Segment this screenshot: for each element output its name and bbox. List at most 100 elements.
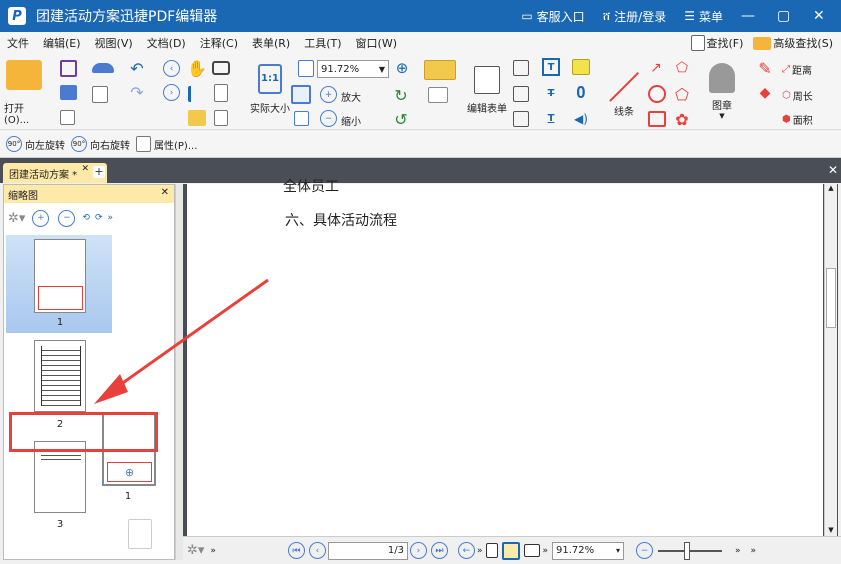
- print-icon[interactable]: [60, 85, 77, 100]
- more-nav-icon[interactable]: »: [477, 546, 483, 556]
- panel-splitter[interactable]: [175, 184, 183, 560]
- rotate-thumb-left-icon[interactable]: ⟲: [82, 213, 90, 223]
- thumbnail-page[interactable]: [34, 340, 86, 412]
- view-mode-more-icon[interactable]: »: [542, 546, 548, 556]
- attach-icon[interactable]: 𝟎: [572, 83, 590, 102]
- menu-view[interactable]: 视图(V): [88, 35, 140, 51]
- text-callout-icon[interactable]: [513, 86, 529, 102]
- line-tool-button[interactable]: 线条: [604, 58, 644, 126]
- close-all-icon[interactable]: ✕: [828, 163, 838, 177]
- copy-doc-icon[interactable]: [214, 84, 228, 102]
- status-zoom-select[interactable]: 91.72% ▾: [551, 541, 624, 560]
- rectangle-icon[interactable]: [648, 111, 666, 127]
- next-page-icon[interactable]: ›: [409, 542, 427, 559]
- back-icon[interactable]: ‹: [163, 60, 180, 77]
- note-icon[interactable]: [572, 59, 590, 75]
- undo-icon[interactable]: ↶: [128, 59, 146, 78]
- forward-icon[interactable]: ›: [163, 84, 180, 101]
- highlight-select-icon[interactable]: [424, 60, 456, 80]
- scrollbar-thumb[interactable]: [826, 268, 836, 328]
- distance-tool[interactable]: ⤢ 距离: [782, 62, 812, 77]
- zoom-in-status-icon[interactable]: »: [735, 546, 741, 556]
- fit-visible-icon[interactable]: [294, 111, 309, 126]
- menu-file[interactable]: 文件: [0, 35, 36, 51]
- maximize-button[interactable]: ▢: [777, 8, 795, 24]
- sound-icon[interactable]: ◀): [570, 110, 592, 128]
- close-button[interactable]: ✕: [813, 8, 831, 24]
- rotate-thumb-right-icon[interactable]: ⟳: [95, 213, 103, 223]
- vertical-scrollbar[interactable]: ▲ ▼: [824, 184, 837, 536]
- zoom-select[interactable]: 91.72% ▼: [317, 60, 389, 78]
- document-page[interactable]: 全体员工 六、具体活动流程: [187, 179, 823, 536]
- edit-page-icon[interactable]: [214, 110, 228, 126]
- zoom-tool-icon[interactable]: ⊕: [393, 59, 411, 77]
- zoom-slider[interactable]: [657, 541, 722, 560]
- export-icon[interactable]: [60, 110, 75, 125]
- select-text-icon[interactable]: [188, 86, 206, 102]
- first-page-icon[interactable]: ⏮: [287, 542, 305, 559]
- find-button[interactable]: 查找(F): [690, 35, 743, 51]
- prev-page-icon[interactable]: ‹: [308, 542, 326, 559]
- polygon-icon[interactable]: ⬠: [672, 58, 692, 78]
- snapshot-icon[interactable]: [212, 61, 230, 75]
- advanced-find-button[interactable]: 高级查找(S): [753, 35, 833, 51]
- overflow-icon[interactable]: »: [750, 546, 756, 556]
- rotate-left-button[interactable]: 90° 向左旋转: [6, 136, 65, 152]
- expand-icon[interactable]: »: [210, 546, 216, 556]
- strikeout-icon[interactable]: T: [542, 84, 560, 102]
- menu-comment[interactable]: 注释(C): [193, 35, 245, 51]
- gear-icon[interactable]: ✲▾: [8, 211, 25, 226]
- two-page-icon[interactable]: [524, 544, 541, 557]
- underline-icon[interactable]: T: [542, 109, 560, 127]
- thumbnail-item-selected[interactable]: 1: [6, 235, 112, 333]
- zoom-in-thumbnail-icon[interactable]: +: [32, 209, 50, 227]
- tab-document[interactable]: 团建活动方案 * ✕ +: [3, 163, 107, 183]
- save-icon[interactable]: [60, 60, 77, 77]
- ellipse-icon[interactable]: [648, 85, 666, 103]
- hand-tool-icon[interactable]: ✋: [187, 58, 207, 78]
- arrow-icon[interactable]: ↗: [646, 58, 666, 78]
- new-tab-icon[interactable]: +: [93, 166, 105, 178]
- perimeter-tool[interactable]: ⬡ 周长: [782, 88, 813, 103]
- rotate-right-button[interactable]: 90° 向右旋转: [71, 136, 130, 152]
- stamp-button[interactable]: 图章 ▼: [702, 58, 742, 124]
- rotate-ccw-icon[interactable]: ↺: [392, 110, 410, 129]
- zoom-slider-handle[interactable]: [683, 541, 690, 560]
- cloud-icon[interactable]: ✿: [672, 109, 692, 129]
- pentagon-icon[interactable]: ⬠: [672, 84, 692, 104]
- menu-document[interactable]: 文档(D): [140, 35, 193, 51]
- zoom-out-label[interactable]: 缩小: [341, 113, 361, 128]
- redo-icon[interactable]: ↷: [128, 83, 146, 102]
- fit-width-icon[interactable]: [291, 85, 311, 104]
- customer-service-button[interactable]: ▭ 客服入口: [521, 8, 584, 25]
- menu-edit[interactable]: 编辑(E): [36, 35, 88, 51]
- zoom-in-icon[interactable]: +: [320, 86, 337, 103]
- settings-icon[interactable]: ✲▾: [187, 543, 204, 558]
- fit-page-icon[interactable]: [298, 60, 314, 77]
- tab-close-icon[interactable]: ✕: [81, 164, 89, 174]
- menu-window[interactable]: 窗口(W): [349, 35, 404, 51]
- more-icon[interactable]: »: [108, 213, 114, 223]
- zoom-out-icon[interactable]: −: [320, 110, 337, 127]
- back-view-icon[interactable]: ←: [457, 542, 475, 559]
- minimize-button[interactable]: —: [741, 8, 759, 24]
- scan-icon[interactable]: [92, 63, 114, 73]
- edit-form-button[interactable]: 编辑表单: [464, 60, 510, 120]
- zoom-in-label[interactable]: 放大: [341, 89, 361, 104]
- typewriter-icon[interactable]: [513, 111, 529, 127]
- zoom-out-thumbnail-icon[interactable]: −: [58, 209, 76, 227]
- area-tool[interactable]: ⬢ 面积: [782, 112, 813, 127]
- pencil-icon[interactable]: ✎: [754, 58, 776, 78]
- text-field-icon[interactable]: [428, 87, 448, 103]
- eraser-icon[interactable]: ◆: [754, 83, 776, 103]
- text-box-icon[interactable]: [513, 60, 529, 76]
- last-page-icon[interactable]: ⏭: [430, 542, 448, 559]
- scroll-up-icon[interactable]: ▲: [825, 184, 837, 192]
- menu-tools[interactable]: 工具(T): [297, 35, 348, 51]
- main-menu-button[interactable]: ☰ 菜单: [684, 8, 723, 25]
- open-button[interactable]: 打开(O)...: [4, 60, 44, 126]
- single-page-icon[interactable]: [486, 543, 499, 558]
- scroll-down-icon[interactable]: ▼: [825, 526, 837, 534]
- menu-form[interactable]: 表单(R): [245, 35, 297, 51]
- continuous-page-icon[interactable]: [502, 541, 521, 560]
